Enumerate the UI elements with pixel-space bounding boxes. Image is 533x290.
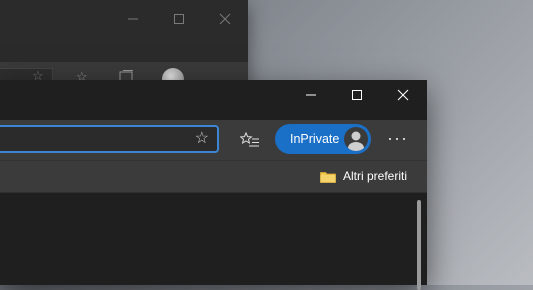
minimize-icon [128, 18, 138, 20]
close-icon [219, 13, 231, 25]
inprivate-button[interactable]: InPrivate [275, 124, 371, 154]
close-icon [397, 89, 409, 101]
more-options-button[interactable]: ··· [387, 129, 408, 147]
minimize-button[interactable] [288, 80, 334, 111]
favorites-button[interactable] [239, 131, 260, 151]
close-button[interactable] [380, 80, 426, 111]
maximize-icon [352, 90, 362, 100]
other-favorites-folder[interactable]: Altri preferiti [320, 167, 407, 185]
minimize-icon [306, 94, 316, 96]
background-close-button[interactable] [202, 0, 248, 38]
maximize-icon [174, 14, 184, 24]
profile-avatar-icon [344, 127, 368, 151]
inprivate-label: InPrivate [290, 132, 340, 146]
favorites-list-icon [239, 131, 259, 147]
maximize-button[interactable] [334, 80, 380, 111]
vertical-scrollbar[interactable] [417, 200, 421, 290]
add-favorite-star-icon[interactable]: ☆ [195, 130, 209, 148]
browser-window[interactable]: ☆ InPrivate ··· Altri preferiti [0, 80, 427, 290]
page-content[interactable] [0, 192, 427, 285]
address-bar[interactable]: ☆ [0, 125, 219, 153]
other-favorites-label: Altri preferiti [343, 169, 408, 183]
folder-icon [320, 171, 336, 183]
background-maximize-button[interactable] [156, 0, 202, 38]
background-title-bar[interactable] [0, 0, 248, 38]
title-bar[interactable] [0, 80, 427, 120]
background-minimize-button[interactable] [110, 0, 156, 38]
